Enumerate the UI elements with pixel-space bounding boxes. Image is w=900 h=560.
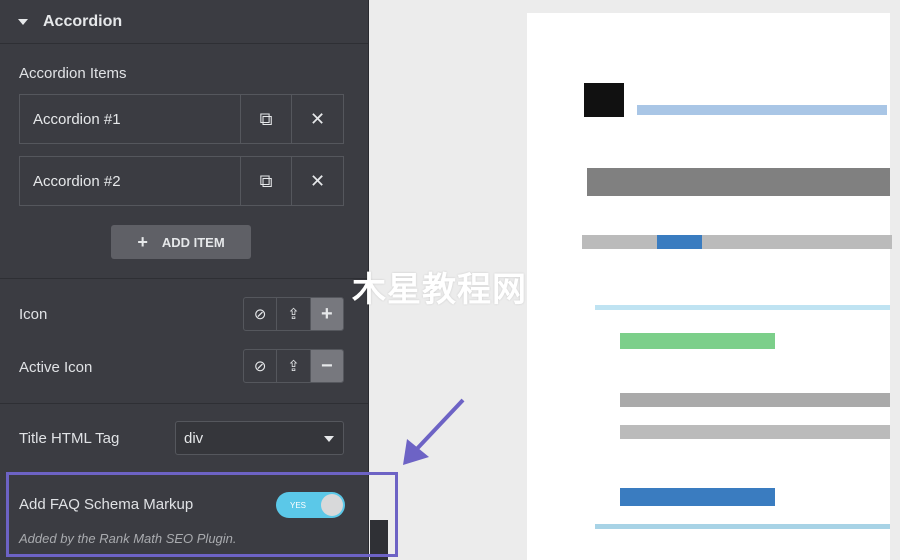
add-item-label: ADD ITEM xyxy=(161,234,225,250)
chevron-down-icon xyxy=(324,436,334,442)
none-icon[interactable]: ⊘ xyxy=(244,350,278,382)
blurred-title xyxy=(587,168,890,196)
add-item-button[interactable]: + ADD ITEM xyxy=(111,225,251,259)
preview-canvas xyxy=(527,13,892,560)
section-title: Accordion xyxy=(43,12,123,30)
close-icon[interactable]: ✕ xyxy=(292,95,343,143)
close-icon[interactable]: ✕ xyxy=(292,157,343,205)
blurred-meta xyxy=(582,235,892,249)
highlight-box xyxy=(6,472,398,557)
accordion-border xyxy=(595,524,890,529)
icon-label: Icon xyxy=(19,306,48,323)
section-header-accordion[interactable]: Accordion xyxy=(0,0,368,44)
title-html-tag-select[interactable]: div xyxy=(175,421,344,455)
duplicate-icon[interactable]: ⧉ xyxy=(241,157,292,205)
plus-icon[interactable]: + xyxy=(310,298,343,330)
caret-down-icon xyxy=(18,18,28,25)
title-html-tag-label: Title HTML Tag xyxy=(19,430,120,447)
duplicate-icon[interactable]: ⧉ xyxy=(241,95,292,143)
upload-icon[interactable]: ⇪ xyxy=(277,298,311,330)
arrow-annotation xyxy=(403,398,465,465)
select-value: div xyxy=(184,429,204,447)
divider xyxy=(0,278,368,279)
blurred-link xyxy=(637,105,887,115)
active-icon-chooser: ⊘ ⇪ − xyxy=(243,349,344,383)
repeater-item-title[interactable]: Accordion #2 xyxy=(20,157,241,205)
blurred-meta-link xyxy=(657,235,702,249)
repeater-item: Accordion #2 ⧉ ✕ xyxy=(19,156,344,206)
active-icon-label: Active Icon xyxy=(19,359,93,376)
blurred-accordion-content xyxy=(620,425,890,439)
plus-icon: + xyxy=(137,231,148,252)
blurred-accordion-title xyxy=(620,488,775,506)
repeater-item: Accordion #1 ⧉ ✕ xyxy=(19,94,344,144)
blurred-accordion-content xyxy=(620,393,890,407)
accordion-border xyxy=(595,305,890,310)
minus-icon[interactable]: − xyxy=(310,350,343,382)
divider xyxy=(0,403,368,404)
none-icon[interactable]: ⊘ xyxy=(244,298,278,330)
accordion-items-label: Accordion Items xyxy=(19,65,127,82)
repeater-item-title[interactable]: Accordion #1 xyxy=(20,95,241,143)
blurred-heading xyxy=(584,83,624,117)
icon-chooser: ⊘ ⇪ + xyxy=(243,297,344,331)
watermark: 木星教程网 xyxy=(352,271,527,309)
blurred-accordion-title-active xyxy=(620,333,775,349)
upload-icon[interactable]: ⇪ xyxy=(277,350,311,382)
